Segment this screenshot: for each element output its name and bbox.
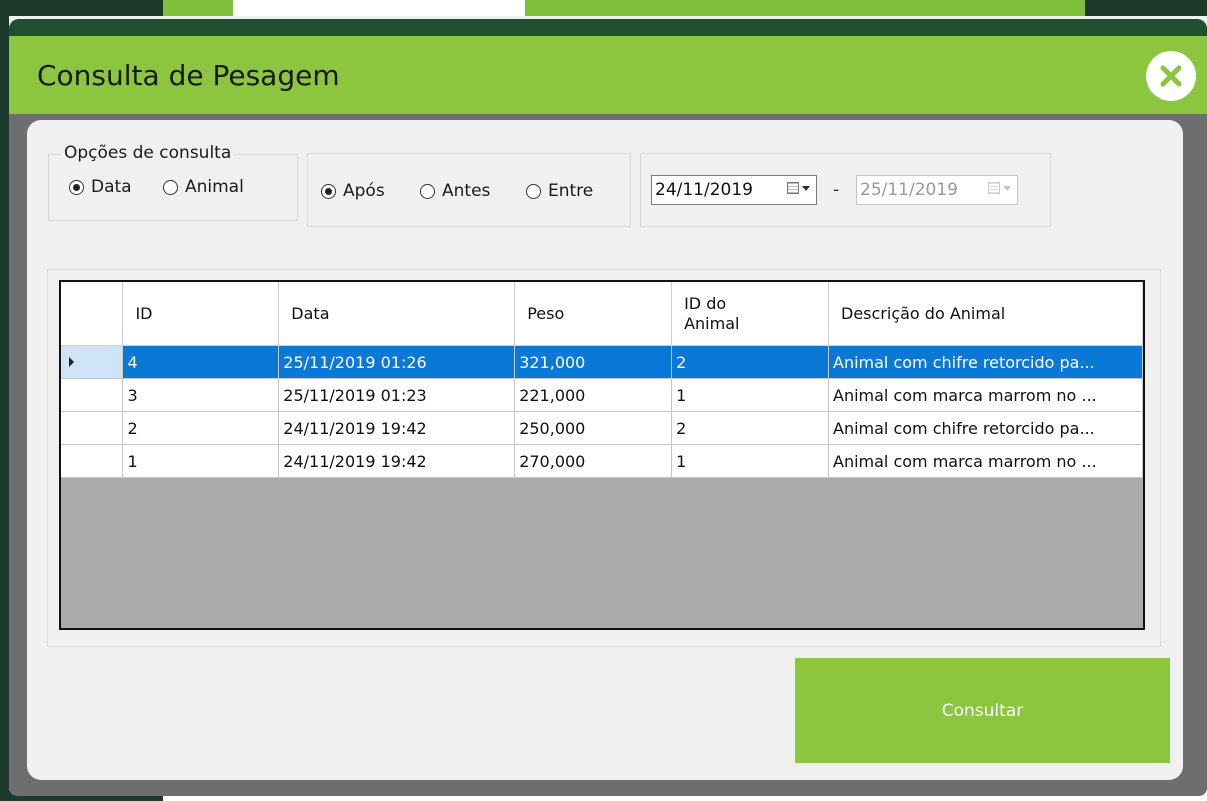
consulta-pesagem-dialog: Consulta de Pesagem Opções de consulta D… xyxy=(9,19,1207,796)
close-button[interactable] xyxy=(1146,51,1196,101)
radio-antes[interactable]: Antes xyxy=(420,181,490,201)
cell-id[interactable]: 1 xyxy=(122,444,280,478)
date-to-picker[interactable]: 25/11/2019 xyxy=(856,175,1018,205)
table-row[interactable]: 1 24/11/2019 19:42 270,000 1 Animal com … xyxy=(61,444,1143,478)
content-panel: Opções de consulta Data Animal Após Ante… xyxy=(27,120,1183,780)
radio-data[interactable]: Data xyxy=(69,177,132,197)
cell-id-animal[interactable]: 1 xyxy=(671,444,829,478)
calendar-icon xyxy=(988,182,1000,194)
results-table: ID Data Peso ID do Animal Descrição do A… xyxy=(61,282,1143,478)
date-range-group: 24/11/2019 - 25/11/2019 xyxy=(640,153,1051,227)
query-options-group: Opções de consulta Data Animal xyxy=(48,143,298,221)
radio-antes-indicator xyxy=(420,183,435,199)
row-header[interactable] xyxy=(61,411,124,445)
cell-descricao[interactable]: Animal com chifre retorcido pa... xyxy=(828,345,1143,379)
column-header-id-animal-label: ID do Animal xyxy=(684,293,740,333)
column-header-data[interactable]: Data xyxy=(278,282,516,346)
date-from-picker[interactable]: 24/11/2019 xyxy=(651,175,817,205)
background-app-left xyxy=(0,0,9,801)
row-header-corner xyxy=(61,282,124,346)
chevron-down-icon xyxy=(1003,185,1011,191)
cell-data[interactable]: 24/11/2019 19:42 xyxy=(278,444,516,478)
radio-animal-indicator xyxy=(163,179,178,195)
cell-peso[interactable]: 321,000 xyxy=(514,345,673,379)
column-header-descricao[interactable]: Descrição do Animal xyxy=(828,282,1143,346)
dialog-title: Consulta de Pesagem xyxy=(37,59,340,92)
background-strip-green xyxy=(163,0,233,16)
results-grid[interactable]: ID Data Peso ID do Animal Descrição do A… xyxy=(59,280,1145,630)
cell-data[interactable]: 25/11/2019 01:23 xyxy=(278,378,516,412)
current-row-arrow-icon xyxy=(69,357,74,367)
radio-data-label: Data xyxy=(91,177,132,197)
cell-descricao[interactable]: Animal com chifre retorcido pa... xyxy=(828,411,1143,445)
query-options-legend: Opções de consulta xyxy=(61,143,235,163)
cell-descricao[interactable]: Animal com marca marrom no ... xyxy=(828,378,1143,412)
cell-id-animal[interactable]: 1 xyxy=(671,378,829,412)
cell-id[interactable]: 4 xyxy=(122,345,280,379)
radio-data-indicator xyxy=(69,179,84,195)
column-header-id[interactable]: ID xyxy=(122,282,280,346)
cell-id-animal[interactable]: 2 xyxy=(671,345,829,379)
cell-id-animal[interactable]: 2 xyxy=(671,411,829,445)
row-header[interactable] xyxy=(61,345,124,379)
column-header-id-animal[interactable]: ID do Animal xyxy=(671,282,829,346)
cell-data[interactable]: 24/11/2019 19:42 xyxy=(278,411,516,445)
calendar-icon xyxy=(787,182,799,194)
cell-id[interactable]: 2 xyxy=(122,411,280,445)
radio-apos[interactable]: Após xyxy=(321,181,385,201)
close-x-icon xyxy=(1160,65,1182,87)
table-row[interactable]: 4 25/11/2019 01:26 321,000 2 Animal com … xyxy=(61,345,1143,379)
table-header-row: ID Data Peso ID do Animal Descrição do A… xyxy=(61,282,1143,346)
cell-peso[interactable]: 221,000 xyxy=(514,378,673,412)
radio-antes-label: Antes xyxy=(442,181,491,201)
table-row[interactable]: 2 24/11/2019 19:42 250,000 2 Animal com … xyxy=(61,411,1143,445)
radio-entre-label: Entre xyxy=(548,181,594,201)
date-separator: - xyxy=(833,180,840,200)
row-header[interactable] xyxy=(61,444,124,478)
date-to-value: 25/11/2019 xyxy=(860,180,958,200)
cell-peso[interactable]: 270,000 xyxy=(514,444,673,478)
radio-entre-indicator xyxy=(526,183,541,199)
cell-peso[interactable]: 250,000 xyxy=(514,411,673,445)
consultar-button[interactable]: Consultar xyxy=(795,658,1170,763)
cell-data[interactable]: 25/11/2019 01:26 xyxy=(278,345,516,379)
cell-descricao[interactable]: Animal com marca marrom no ... xyxy=(828,444,1143,478)
cell-id[interactable]: 3 xyxy=(122,378,280,412)
radio-entre[interactable]: Entre xyxy=(526,181,593,201)
radio-animal-label: Animal xyxy=(185,177,244,197)
calendar-dropdown-icon[interactable] xyxy=(787,182,810,194)
background-strip-green-2 xyxy=(525,0,1085,16)
radio-apos-label: Após xyxy=(343,181,385,201)
date-mode-group: Após Antes Entre xyxy=(307,153,631,227)
radio-apos-indicator xyxy=(321,183,336,199)
radio-animal[interactable]: Animal xyxy=(163,177,244,197)
column-header-peso[interactable]: Peso xyxy=(514,282,673,346)
calendar-dropdown-icon-disabled[interactable] xyxy=(988,182,1011,194)
background-strip-white xyxy=(233,0,525,16)
chevron-down-icon xyxy=(802,185,810,191)
table-row[interactable]: 3 25/11/2019 01:23 221,000 1 Animal com … xyxy=(61,378,1143,412)
row-header[interactable] xyxy=(61,378,124,412)
background-app-strip xyxy=(0,0,1207,16)
dialog-top-band xyxy=(9,19,1207,36)
date-from-value: 24/11/2019 xyxy=(655,180,753,200)
